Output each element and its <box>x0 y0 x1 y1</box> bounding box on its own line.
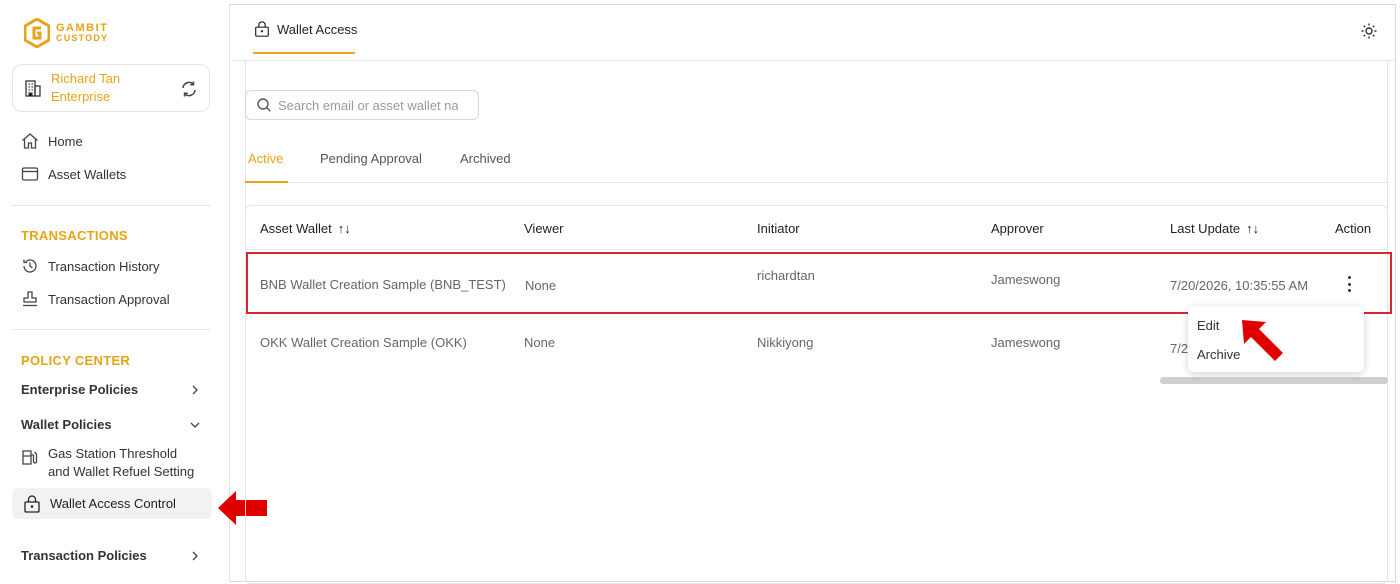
org-switcher[interactable]: Richard Tan Enterprise <box>12 64 210 112</box>
lock-icon <box>255 21 269 37</box>
tab-archived[interactable]: Archived <box>460 151 511 166</box>
history-icon <box>23 259 37 273</box>
search-input[interactable] <box>278 97 458 113</box>
menu-item-archive[interactable]: Archive <box>1197 347 1240 362</box>
nav-wallet-access-control-label: Wallet Access Control <box>50 496 176 511</box>
nav-wallet-policies[interactable]: Wallet Policies <box>21 417 201 432</box>
wallet-icon <box>21 167 39 181</box>
menu-item-edit[interactable]: Edit <box>1197 318 1219 333</box>
nav-enterprise-policies[interactable]: Enterprise Policies <box>21 382 201 397</box>
nav-transaction-approval[interactable]: Transaction Approval <box>20 289 170 309</box>
page-tab-wallet-access[interactable]: Wallet Access <box>253 20 357 38</box>
nav-wallet-access-control[interactable]: Wallet Access Control <box>12 488 212 519</box>
sun-icon[interactable] <box>1360 22 1378 40</box>
home-icon <box>22 133 38 149</box>
column-header-initiator: Initiator <box>757 221 800 236</box>
chevron-down-icon <box>190 422 200 428</box>
column-header-action: Action <box>1335 221 1372 236</box>
column-header-viewer: Viewer <box>524 221 564 236</box>
nav-wallet-policies-label: Wallet Policies <box>21 417 112 432</box>
page-tab-underline <box>253 52 355 54</box>
nav-transaction-policies-label: Transaction Policies <box>21 548 147 563</box>
sync-icon[interactable] <box>179 79 199 99</box>
top-bar: Wallet Access <box>231 4 1396 61</box>
status-tabs: Active Pending Approval Archived <box>245 150 1388 183</box>
nav-enterprise-policies-label: Enterprise Policies <box>21 382 139 397</box>
sort-icon[interactable]: ↑↓ <box>1246 221 1259 236</box>
section-title-policy-center: POLICY CENTER <box>21 353 131 368</box>
cell-asset-wallet: OKK Wallet Creation Sample (OKK) <box>260 335 467 350</box>
search-box[interactable] <box>245 90 479 120</box>
nav-transaction-approval-label: Transaction Approval <box>48 291 170 307</box>
chevron-right-icon <box>192 551 198 560</box>
column-header-approver: Approver <box>991 221 1044 236</box>
brand-line2: CUSTODY <box>56 33 109 43</box>
column-header-last-update[interactable]: Last Update ↑↓ <box>1170 221 1259 236</box>
sort-icon[interactable]: ↑↓ <box>338 221 351 236</box>
row-highlight-box <box>246 252 1392 314</box>
sidebar-divider <box>12 329 210 330</box>
nav-home-label: Home <box>48 133 83 149</box>
lock-icon <box>24 494 40 513</box>
nav-gas-station-label: Gas Station Threshold and Wallet Refuel … <box>48 446 195 479</box>
tab-pending-approval[interactable]: Pending Approval <box>320 151 422 166</box>
nav-transaction-history-label: Transaction History <box>48 258 160 274</box>
building-icon <box>25 80 41 97</box>
sidebar-divider <box>12 205 210 206</box>
column-header-last-update-label: Last Update <box>1170 221 1241 236</box>
nav-home[interactable]: Home <box>20 131 83 151</box>
chevron-right-icon <box>192 385 198 394</box>
brand-logo: GAMBIT CUSTODY <box>24 18 108 48</box>
tab-active-underline <box>245 181 288 183</box>
nav-asset-wallets[interactable]: Asset Wallets <box>20 164 126 184</box>
brand-line1: GAMBIT <box>56 22 109 34</box>
org-name: Richard Tan Enterprise <box>51 71 121 104</box>
nav-transaction-policies[interactable]: Transaction Policies <box>21 548 201 563</box>
gas-pump-icon <box>22 450 38 465</box>
cell-approver: Jameswong <box>991 335 1061 350</box>
annotation-arrow-up-left-icon <box>1242 320 1283 361</box>
page-tab-label: Wallet Access <box>277 21 358 37</box>
column-header-asset-wallet-label: Asset Wallet <box>260 221 332 236</box>
horizontal-scrollbar[interactable] <box>1160 377 1388 384</box>
search-icon <box>257 98 271 112</box>
section-title-transactions: TRANSACTIONS <box>21 228 128 243</box>
logo-mark-icon <box>24 18 50 48</box>
nav-transaction-history[interactable]: Transaction History <box>20 256 160 276</box>
column-header-asset-wallet[interactable]: Asset Wallet ↑↓ <box>260 221 351 236</box>
nav-gas-station[interactable]: Gas Station Threshold and Wallet Refuel … <box>20 445 210 481</box>
table-header-divider <box>246 249 1387 250</box>
cell-last-update: 7/2 <box>1170 341 1189 356</box>
tab-active[interactable]: Active <box>248 151 283 166</box>
nav-asset-wallets-label: Asset Wallets <box>48 166 127 182</box>
cell-initiator: Nikkiyong <box>757 335 814 350</box>
stamp-icon <box>23 291 37 307</box>
cell-viewer: None <box>524 335 556 350</box>
